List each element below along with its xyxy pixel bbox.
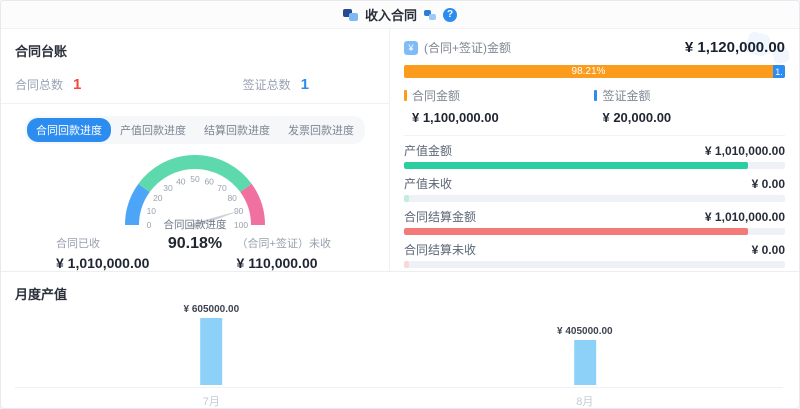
metric-value: ¥ 0.00 [752,243,785,257]
metric-label: 产值金额 [404,142,452,159]
metric-value: ¥ 1,010,000.00 [705,144,785,158]
bar-group-8月: ¥ 405000.00 [557,326,613,385]
svg-text:20: 20 [153,193,163,203]
total-amount-label: (合同+签证)金额 [424,39,511,56]
unreceived-value: ¥ 110,000.00 [237,255,331,271]
metric-value: ¥ 0.00 [752,177,785,191]
metric-label: 合同结算金额 [404,208,476,225]
divider [404,135,785,136]
svg-text:80: 80 [227,193,237,203]
stat-label: 签证总数 [243,76,291,93]
legend-color-chip [404,90,407,101]
svg-text:30: 30 [163,183,173,193]
legend-value: ¥ 20,000.00 [594,110,785,125]
svg-text:90: 90 [234,206,244,216]
legend-value: ¥ 1,100,000.00 [404,110,595,125]
metric-progress-fill [404,162,748,169]
svg-text:40: 40 [176,176,186,186]
collection-progress-section: 合同回款进度产值回款进度结算回款进度发票回款进度 010203040506070… [1,116,389,283]
bar-value-label: ¥ 405000.00 [557,326,613,337]
bar-segment-visa: 1. [773,65,785,78]
metrics-list: 产值金额 ¥ 1,010,000.00 产值未收 ¥ 0.00 合同结算金额 ¥… [404,142,785,271]
metric-progress-fill [404,228,748,235]
svg-text:10: 10 [147,206,157,216]
bar-value-label: ¥ 605000.00 [184,304,240,315]
stacked-bar-legend: 合同金额 ¥ 1,100,000.00 签证金额 ¥ 20,000.00 [404,87,785,125]
income-contract-dashboard: 收入合同 ? 合同台账 合同总数 1 签证总数 1 合同回款 [0,0,800,409]
folders-icon [343,8,358,21]
progress-tabs: 合同回款进度产值回款进度结算回款进度发票回款进度 [25,116,365,144]
legend-color-chip [594,90,597,101]
metric-progress-track [404,195,785,202]
ledger-summary: 合同台账 合同总数 1 签证总数 1 [1,29,389,104]
metric-row: 合同结算未收 ¥ 0.00 [404,241,785,268]
svg-text:50: 50 [190,174,200,184]
svg-text:0: 0 [147,220,152,230]
received-label: 合同已收 [56,235,149,251]
stat-contract-count: 合同总数 1 [15,76,81,93]
x-axis-label: 8月 [576,393,593,409]
metric-label: 合同结算未收 [404,241,476,258]
page-title: 收入合同 [365,5,417,24]
received-value: ¥ 1,010,000.00 [56,255,149,271]
legend-contract-amount: 合同金额 ¥ 1,100,000.00 [404,87,595,125]
stat-visa-count: 签证总数 1 [243,76,309,93]
bar [574,340,596,385]
total-amount-row: ¥ (合同+签证)金额 ¥ 1,120,000.00 [404,39,785,56]
monthly-output-title: 月度产值 [15,284,785,303]
mini-folders-icon [424,9,436,20]
contract-visa-stacked-bar: 98.21%1. [404,65,785,78]
page-header: 收入合同 ? [1,1,799,29]
bar-segment-contract: 98.21% [404,65,773,78]
amount-summary-panel: ¥ (合同+签证)金额 ¥ 1,120,000.00 98.21%1. 合同金额… [390,29,799,271]
tab-item[interactable]: 产值回款进度 [111,118,195,142]
legend-label: 合同金额 [412,89,460,103]
monthly-output-bar-chart: ¥ 605000.00 7月 ¥ 405000.00 8月 [15,305,785,409]
legend-visa-amount: 签证金额 ¥ 20,000.00 [594,87,785,125]
metric-row: 产值金额 ¥ 1,010,000.00 [404,142,785,169]
ledger-stats: 合同总数 1 签证总数 1 [15,76,375,93]
legend-label: 签证金额 [602,89,650,103]
main-content: 合同台账 合同总数 1 签证总数 1 合同回款进度产值回款进度结算回款进度发票回… [1,29,799,272]
x-axis-line [15,387,783,388]
stat-value: 1 [301,76,309,93]
metric-label: 产值未收 [404,175,452,192]
contract-ledger-panel: 合同台账 合同总数 1 签证总数 1 合同回款进度产值回款进度结算回款进度发票回… [1,29,390,271]
bar-group-7月: ¥ 605000.00 [184,304,240,385]
svg-text:合同回款进度: 合同回款进度 [163,218,226,231]
svg-text:100: 100 [234,220,248,230]
help-icon[interactable]: ? [443,8,457,22]
unreceived-stat: （合同+签证）未收 ¥ 110,000.00 [237,235,331,271]
tab-active[interactable]: 合同回款进度 [27,118,111,142]
stat-value: 1 [73,76,81,93]
metric-row: 合同结算金额 ¥ 1,010,000.00 [404,208,785,235]
metric-value: ¥ 1,010,000.00 [705,210,785,224]
bar [200,318,222,385]
metric-progress-track [404,261,785,268]
yen-doc-icon: ¥ [404,41,418,55]
metric-progress-track [404,228,785,235]
total-amount-value: ¥ 1,120,000.00 [685,39,785,56]
unreceived-label: （合同+签证）未收 [237,235,331,251]
tab-item[interactable]: 发票回款进度 [279,118,363,142]
metric-progress-track [404,162,785,169]
svg-text:60: 60 [204,176,214,186]
monthly-output-section: 月度产值 ¥ 605000.00 7月 ¥ 405000.00 8月 [1,272,799,409]
collection-gauge-chart: 0 10 203040 50 607080 90 100 合同回款进度 [80,148,310,240]
stat-label: 合同总数 [15,76,63,93]
x-axis-label: 7月 [203,393,220,409]
metric-progress-fill [404,261,409,268]
received-stat: 合同已收 ¥ 1,010,000.00 [56,235,149,271]
metric-row: 产值未收 ¥ 0.00 [404,175,785,202]
metric-progress-fill [404,195,409,202]
svg-text:70: 70 [217,183,227,193]
tab-item[interactable]: 结算回款进度 [195,118,279,142]
ledger-title: 合同台账 [15,41,375,60]
